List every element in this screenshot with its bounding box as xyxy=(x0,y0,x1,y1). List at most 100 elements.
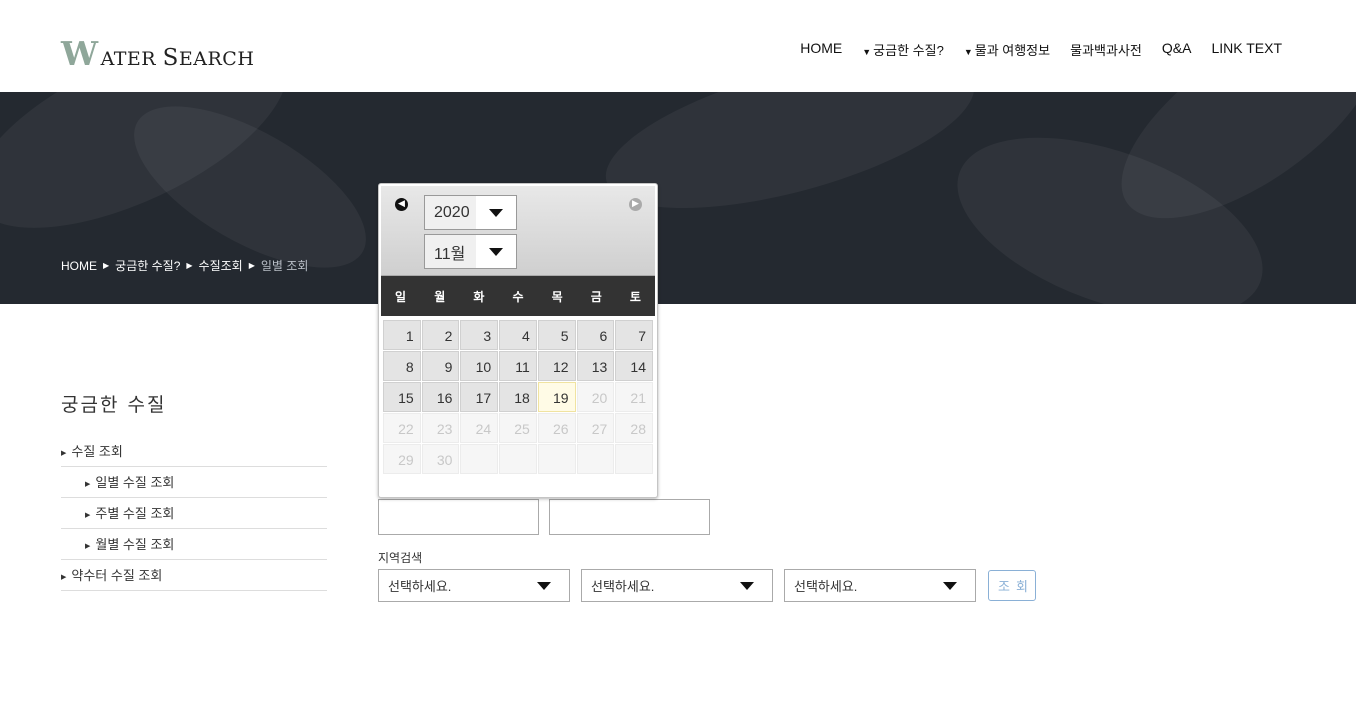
triangle-right-icon: ▶ xyxy=(85,512,91,519)
day-cell-disabled: 27 xyxy=(576,413,615,443)
caret-down-icon: ▼ xyxy=(963,47,973,57)
region-select-2[interactable]: 선택하세요. xyxy=(581,569,773,602)
nav-encyclopedia[interactable]: 물과백과사전 xyxy=(1070,40,1142,59)
day-cell-empty xyxy=(576,444,615,474)
sidebar-item-monthly[interactable]: ▶ 월별 수질 조회 xyxy=(61,529,327,560)
select-value: 선택하세요. xyxy=(591,579,655,594)
breadcrumb-current: 일별 조회 xyxy=(260,259,309,273)
day-cell-disabled: 30 xyxy=(421,444,460,474)
weekday-label: 수 xyxy=(512,289,524,304)
dropdown-arrow-icon xyxy=(943,581,957,590)
day-cell[interactable]: 1 xyxy=(383,320,421,350)
region-select-1[interactable]: 선택하세요. xyxy=(378,569,570,602)
region-search-label: 지역검색 xyxy=(378,551,423,565)
day-cell[interactable]: 7 xyxy=(615,320,653,350)
day-cell-today[interactable]: 19 xyxy=(537,382,576,412)
nav-water-travel[interactable]: ▼ 물과 여행정보 xyxy=(964,40,1050,59)
day-cell[interactable]: 10 xyxy=(460,351,499,381)
day-cell[interactable]: 12 xyxy=(537,351,576,381)
prev-month-icon[interactable]: ◀ xyxy=(395,198,408,211)
select-value: 선택하세요. xyxy=(388,579,452,594)
breadcrumb-curious[interactable]: 궁금한 수질? xyxy=(115,257,180,274)
weekday-label: 화 xyxy=(473,289,485,304)
day-cell-disabled: 23 xyxy=(421,413,460,443)
month-value: 11월 xyxy=(434,245,466,263)
day-cell[interactable]: 8 xyxy=(383,351,421,381)
day-cell[interactable]: 11 xyxy=(499,351,537,381)
nav-travel-label: 물과 여행정보 xyxy=(974,43,1051,58)
day-cell-disabled: 22 xyxy=(383,413,421,443)
sidebar-title: 궁금한 수질 xyxy=(61,394,167,416)
day-cell-disabled: 24 xyxy=(460,413,499,443)
weekday-label: 목 xyxy=(551,289,563,304)
day-cell-empty xyxy=(460,444,499,474)
datepicker-popup: ◀ 2020 11월 ▶ 일 월 화 수 목 금 토 1 2 3 4 5 6 7… xyxy=(378,183,658,498)
breadcrumb-arrow-icon: ▶ xyxy=(186,261,193,270)
day-cell-empty xyxy=(537,444,576,474)
weekday-header: 일 월 화 수 목 금 토 xyxy=(381,276,655,316)
triangle-right-icon: ▶ xyxy=(61,574,67,581)
logo-letter-s: S xyxy=(162,45,179,71)
nav-link-text[interactable]: LINK TEXT xyxy=(1211,40,1282,59)
day-cell-empty xyxy=(499,444,537,474)
month-select[interactable]: 11월 xyxy=(424,234,517,269)
weekday-label: 금 xyxy=(590,289,602,304)
day-cell[interactable]: 5 xyxy=(537,320,576,350)
day-cell[interactable]: 18 xyxy=(499,382,537,412)
triangle-right-icon: ▶ xyxy=(85,543,91,550)
datepicker-header: ◀ 2020 11월 ▶ xyxy=(381,186,655,276)
logo-text-earch: EARCH xyxy=(178,48,255,70)
day-cell-disabled: 25 xyxy=(499,413,537,443)
breadcrumb: HOME ▶ 궁금한 수질? ▶ 수질조회 ▶ 일별 조회 xyxy=(61,257,308,274)
dropdown-arrow-icon xyxy=(537,581,551,590)
day-cell[interactable]: 13 xyxy=(576,351,615,381)
day-cell-disabled: 26 xyxy=(537,413,576,443)
weekday-label: 일 xyxy=(395,289,407,304)
page-banner: HOME ▶ 궁금한 수질? ▶ 수질조회 ▶ 일별 조회 xyxy=(0,92,1356,304)
year-select[interactable]: 2020 xyxy=(424,195,517,230)
day-cell-disabled: 29 xyxy=(383,444,421,474)
weekday-label: 토 xyxy=(629,289,641,304)
breadcrumb-arrow-icon: ▶ xyxy=(103,261,110,270)
sidebar-item-label: 약수터 수질 조회 xyxy=(71,568,163,583)
logo-letter-w: W xyxy=(61,34,99,73)
next-month-icon[interactable]: ▶ xyxy=(629,198,642,211)
breadcrumb-lookup[interactable]: 수질조회 xyxy=(199,257,243,274)
start-date-input[interactable] xyxy=(378,499,539,535)
sidebar-item-daily[interactable]: ▶ 일별 수질 조회 xyxy=(61,467,327,498)
sidebar-item-weekly[interactable]: ▶ 주별 수질 조회 xyxy=(61,498,327,529)
day-cell-disabled: 20 xyxy=(576,382,615,412)
dropdown-arrow-icon xyxy=(489,247,503,256)
end-date-input[interactable] xyxy=(549,499,710,535)
day-cell-empty xyxy=(615,444,653,474)
day-cell[interactable]: 17 xyxy=(460,382,499,412)
day-grid: 1 2 3 4 5 6 7 8 9 10 11 12 13 14 15 16 1… xyxy=(381,316,655,474)
sidebar-menu: ▶ 수질 조회 ▶ 일별 수질 조회 ▶ 주별 수질 조회 ▶ 월별 수질 조회 ▶ 약수… xyxy=(61,436,327,591)
region-select-3[interactable]: 선택하세요. xyxy=(784,569,976,602)
day-cell[interactable]: 2 xyxy=(421,320,460,350)
year-value: 2020 xyxy=(434,203,470,221)
breadcrumb-home[interactable]: HOME xyxy=(61,259,97,273)
sidebar-item-water-lookup[interactable]: ▶ 수질 조회 xyxy=(61,436,327,467)
site-logo[interactable]: W ATER SEARCH xyxy=(61,34,254,73)
sidebar-item-spring[interactable]: ▶ 약수터 수질 조회 xyxy=(61,560,327,591)
day-cell[interactable]: 14 xyxy=(615,351,653,381)
triangle-right-icon: ▶ xyxy=(61,450,67,457)
dropdown-arrow-icon xyxy=(489,208,503,217)
day-cell[interactable]: 9 xyxy=(421,351,460,381)
day-cell[interactable]: 4 xyxy=(499,320,537,350)
nav-curious-water[interactable]: ▼ 궁금한 수질? xyxy=(862,40,944,59)
weekday-label: 월 xyxy=(434,289,446,304)
caret-down-icon: ▼ xyxy=(862,47,872,57)
triangle-right-icon: ▶ xyxy=(85,481,91,488)
day-cell[interactable]: 3 xyxy=(460,320,499,350)
day-cell[interactable]: 15 xyxy=(383,382,421,412)
main-nav: HOME ▼ 궁금한 수질? ▼ 물과 여행정보 물과백과사전 Q&A LINK T… xyxy=(800,40,1282,59)
search-button[interactable]: 조회 xyxy=(988,570,1036,601)
nav-curious-label: 궁금한 수질? xyxy=(873,43,944,58)
day-cell[interactable]: 16 xyxy=(421,382,460,412)
day-cell-disabled: 21 xyxy=(615,382,653,412)
day-cell[interactable]: 6 xyxy=(576,320,615,350)
nav-qa[interactable]: Q&A xyxy=(1162,40,1192,59)
nav-home[interactable]: HOME xyxy=(800,40,842,59)
